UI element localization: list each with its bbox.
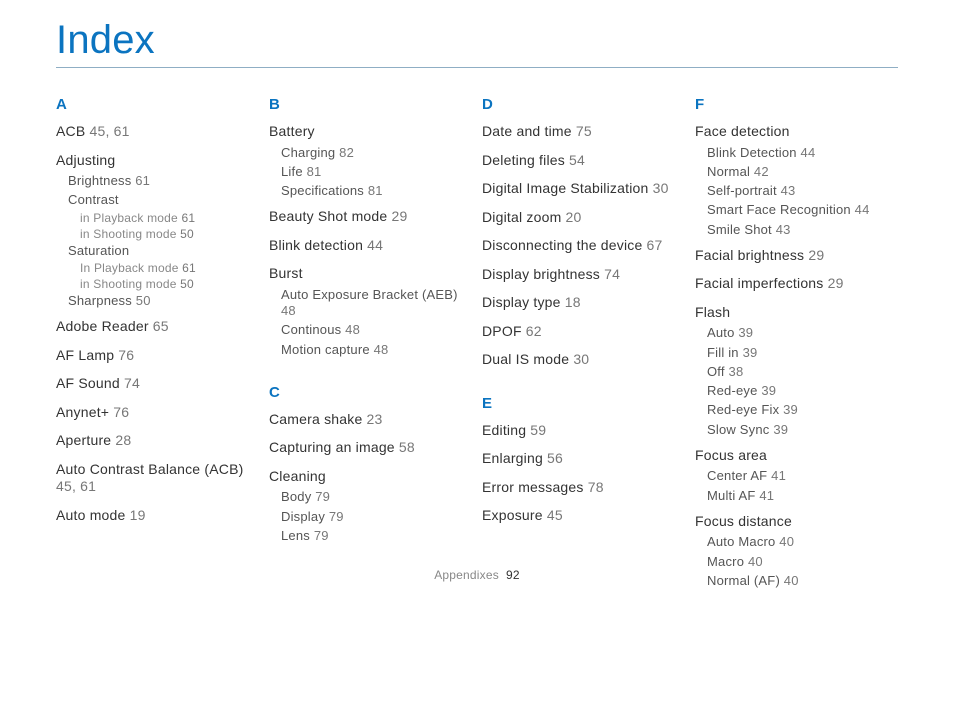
index-entry: Display 79 (281, 509, 472, 525)
index-entry: Cleaning (269, 468, 472, 486)
index-entry: Display type 18 (482, 294, 685, 312)
index-entry: Lens 79 (281, 528, 472, 544)
index-subentries: Charging 82 Life 81 Specifications 81 (281, 145, 472, 200)
index-entry: Auto 39 (707, 325, 898, 341)
index-subentries: Auto Exposure Bracket (AEB) 48 Continous … (281, 287, 472, 358)
index-entry: Face detection (695, 123, 898, 141)
index-letter: D (482, 96, 685, 113)
index-entry: Contrast (68, 192, 259, 208)
index-entry: Smart Face Recognition 44 (707, 202, 898, 218)
index-entry: Multi AF 41 (707, 488, 898, 504)
index-entry: Camera shake 23 (269, 411, 472, 429)
index-entry: DPOF 62 (482, 323, 685, 341)
index-subentries: Body 79 Display 79 Lens 79 (281, 489, 472, 544)
index-entry: in Shooting mode 50 (80, 227, 259, 242)
index-entry: Smile Shot 43 (707, 222, 898, 238)
index-entry: Beauty Shot mode 29 (269, 208, 472, 226)
index-entry: Anynet+ 76 (56, 404, 259, 422)
index-entry: Error messages 78 (482, 479, 685, 497)
index-column: F Face detection Blink Detection 44 Normal … (695, 96, 898, 598)
index-entry: Brightness 61 (68, 173, 259, 189)
index-entry: Auto Macro 40 (707, 534, 898, 550)
page-title: Index (56, 18, 898, 63)
index-entry: Adjusting (56, 152, 259, 170)
index-entry: Adobe Reader 65 (56, 318, 259, 336)
index-entry: ACB 45, 61 (56, 123, 259, 141)
index-entry: Auto mode 19 (56, 507, 259, 525)
index-entry: Continous 48 (281, 322, 472, 338)
index-entry: Blink Detection 44 (707, 145, 898, 161)
index-entry: Red-eye 39 (707, 383, 898, 399)
index-subentries: Auto 39 Fill in 39 Off 38 Red-eye 39 Red-eye… (707, 325, 898, 438)
index-entry: Red-eye Fix 39 (707, 402, 898, 418)
index-subentries: Center AF 41 Multi AF 41 (707, 468, 898, 504)
index-entry: Display brightness 74 (482, 266, 685, 284)
index-entry: Deleting files 54 (482, 152, 685, 170)
index-entry: In Playback mode 61 (80, 261, 259, 276)
index-entry: Battery (269, 123, 472, 141)
index-subentries: in Playback mode 61in Shooting mode 50 (80, 211, 259, 242)
index-entry: Facial imperfections 29 (695, 275, 898, 293)
index-subentries: Blink Detection 44 Normal 42 Self-portrait… (707, 145, 898, 238)
index-entry: Burst (269, 265, 472, 283)
index-entry: Date and time 75 (482, 123, 685, 141)
index-column: D Date and time 75 Deleting files 54 Digita… (482, 96, 685, 598)
index-entry: in Shooting mode 50 (80, 277, 259, 292)
index-letter: F (695, 96, 898, 113)
index-column: A ACB 45, 61 Adjusting Brightness 61 Contras… (56, 96, 259, 598)
index-subentries: In Playback mode 61in Shooting mode 50 (80, 261, 259, 292)
page-footer: Appendixes 92 (0, 568, 954, 582)
index-entry: Sharpness 50 (68, 293, 259, 309)
footer-page-number: 92 (506, 568, 520, 582)
index-entry: Specifications 81 (281, 183, 472, 199)
index-entry: Motion capture 48 (281, 342, 472, 358)
index-letter: A (56, 96, 259, 113)
index-subentries: Brightness 61 Contrast in Playback mode 61… (68, 173, 259, 309)
title-rule (56, 67, 898, 68)
index-columns: A ACB 45, 61 Adjusting Brightness 61 Contras… (56, 96, 898, 598)
footer-section: Appendixes (434, 568, 499, 582)
index-entry: AF Lamp 76 (56, 347, 259, 365)
index-entry: Body 79 (281, 489, 472, 505)
index-letter: E (482, 395, 685, 412)
index-entry: Facial brightness 29 (695, 247, 898, 265)
index-entry: Life 81 (281, 164, 472, 180)
index-entry: Off 38 (707, 364, 898, 380)
index-entry: AF Sound 74 (56, 375, 259, 393)
index-entry: Enlarging 56 (482, 450, 685, 468)
index-entry: Auto Exposure Bracket (AEB) 48 (281, 287, 472, 320)
index-entry: Self-portrait 43 (707, 183, 898, 199)
index-entry: Dual IS mode 30 (482, 351, 685, 369)
index-entry: Editing 59 (482, 422, 685, 440)
index-entry: Normal 42 (707, 164, 898, 180)
index-entry: Blink detection 44 (269, 237, 472, 255)
index-entry: Flash (695, 304, 898, 322)
index-entry: Aperture 28 (56, 432, 259, 450)
index-entry: Saturation (68, 243, 259, 259)
index-entry: in Playback mode 61 (80, 211, 259, 226)
index-column: B Battery Charging 82 Life 81 Specifications… (269, 96, 472, 598)
index-letter: B (269, 96, 472, 113)
index-entry: Capturing an image 58 (269, 439, 472, 457)
index-entry: Center AF 41 (707, 468, 898, 484)
index-letter: C (269, 384, 472, 401)
index-entry: Digital Image Stabilization 30 (482, 180, 685, 198)
index-entry: Fill in 39 (707, 345, 898, 361)
index-entry: Slow Sync 39 (707, 422, 898, 438)
index-entry: Exposure 45 (482, 507, 685, 525)
index-entry: Digital zoom 20 (482, 209, 685, 227)
index-entry: Focus distance (695, 513, 898, 531)
index-entry: Charging 82 (281, 145, 472, 161)
index-entry: Disconnecting the device 67 (482, 237, 685, 255)
index-entry: Auto Contrast Balance (ACB) 45, 61 (56, 461, 259, 496)
index-entry: Focus area (695, 447, 898, 465)
